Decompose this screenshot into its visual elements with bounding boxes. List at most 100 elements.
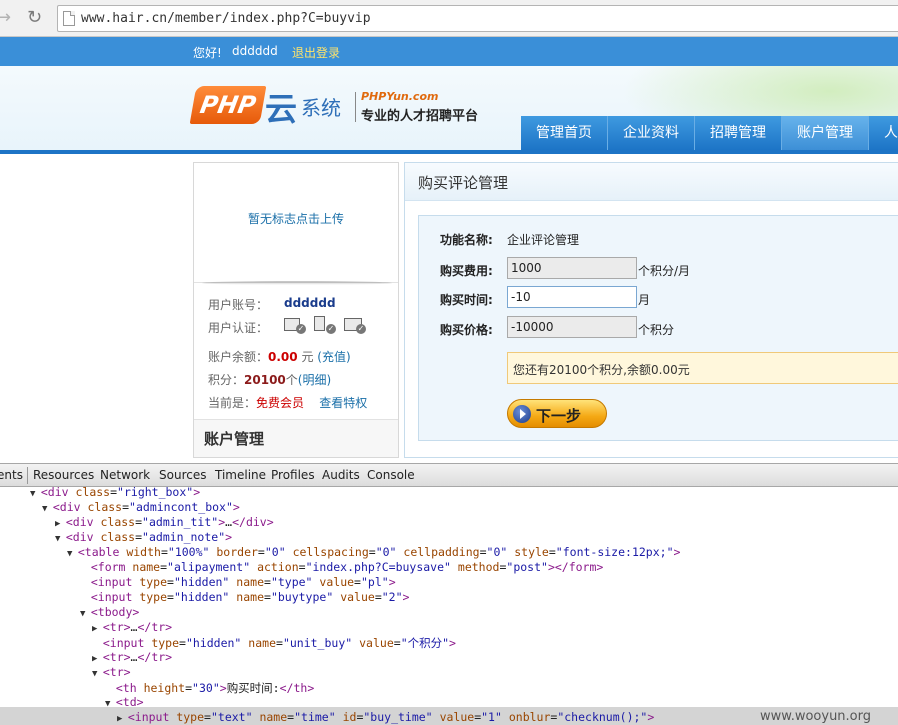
collapse-triangle-icon xyxy=(105,685,116,695)
devtools-tab-elements[interactable]: ents xyxy=(0,468,23,482)
balance-label: 账户余额： xyxy=(208,350,269,364)
account-section-header[interactable]: 账户管理 xyxy=(194,419,398,457)
devtools-tab-timeline[interactable]: Timeline xyxy=(215,468,266,482)
logo-yun-char: 云 xyxy=(265,90,298,128)
points-detail-link[interactable]: (明细) xyxy=(298,373,331,387)
price-input xyxy=(507,316,637,338)
watermark-text: www.wooyun.org xyxy=(760,709,872,724)
url-text[interactable]: www.hair.cn/member/index.php?C=buyvip xyxy=(81,11,371,26)
nav-tab-recruit-manage[interactable]: 招聘管理 xyxy=(695,116,782,150)
dom-node-markup: <th height="30">购买时间:</th> xyxy=(115,681,315,695)
next-step-button[interactable]: 下一步 xyxy=(507,399,607,428)
recharge-link[interactable]: (充值) xyxy=(317,350,350,364)
nav-tab-company-profile[interactable]: 企业资料 xyxy=(608,116,695,150)
member-sidebar: 暂无标志点击上传 用户账号： dddddd 用户认证： ✓ ✓ ✓ 账户余额：0… xyxy=(193,162,399,458)
dom-node-line[interactable]: ▼ <div class="admin_note"> xyxy=(55,530,232,544)
dom-node-line[interactable]: ▼ <div class="right_box"> xyxy=(30,487,200,499)
dom-node-line[interactable]: <input type="hidden" name="type" value="… xyxy=(80,575,396,589)
balance-row: 账户余额：0.00 元 (充值) xyxy=(208,348,351,365)
dom-node-line[interactable]: <input type="hidden" name="unit_buy" val… xyxy=(92,635,456,651)
play-arrow-icon xyxy=(513,405,531,423)
dom-node-line[interactable]: <input type="hidden" name="buytype" valu… xyxy=(80,590,410,604)
dom-node-markup: <div class="admin_note"> xyxy=(65,530,233,544)
dom-node-line[interactable]: <th height="30">购买时间:</th> xyxy=(105,680,314,696)
dom-node-markup: <tbody> xyxy=(90,605,140,619)
dom-node-line[interactable]: ▼ <div class="admincont_box"> xyxy=(42,500,240,514)
dom-node-markup: <input type="hidden" name="type" value="… xyxy=(90,575,396,589)
collapse-triangle-icon[interactable]: ▼ xyxy=(55,534,66,544)
collapse-triangle-icon[interactable]: ▼ xyxy=(80,609,91,619)
back-arrow-icon[interactable]: → xyxy=(0,9,11,27)
logo-xitong-text: 系统 xyxy=(301,96,341,120)
devtools-tab-sources[interactable]: Sources xyxy=(159,468,206,482)
email-cert-icon[interactable]: ✓ xyxy=(284,316,306,334)
dom-node-markup: <tr> xyxy=(102,665,131,679)
dom-node-markup: <div class="admincont_box"> xyxy=(52,500,240,514)
dom-node-line[interactable]: <form name="alipayment" action="index.ph… xyxy=(80,560,603,574)
devtools-tab-network[interactable]: Network xyxy=(100,468,150,482)
main-nav: 管理首页 企业资料 招聘管理 账户管理 人 xyxy=(521,116,898,150)
time-unit: 月 xyxy=(638,293,651,307)
logo-php-mark: PHP xyxy=(189,86,267,124)
cert-icons: ✓ ✓ ✓ xyxy=(284,316,366,334)
dom-node-markup: <input type="text" name="time" id="buy_t… xyxy=(127,710,655,724)
nav-tab-account-manage[interactable]: 账户管理 xyxy=(782,116,869,150)
dom-node-line[interactable]: ▶ <tr>…</tr> xyxy=(92,620,172,634)
dom-node-line[interactable]: ▶ <tr>…</tr> xyxy=(92,650,172,664)
phone-cert-icon[interactable]: ✓ xyxy=(314,316,336,334)
company-logo-box[interactable]: 暂无标志点击上传 xyxy=(194,163,398,283)
upload-logo-link[interactable]: 暂无标志点击上传 xyxy=(194,210,398,227)
devtools-tab-profiles[interactable]: Profiles xyxy=(271,468,315,482)
devtools-tabbar: ents Resources Network Sources Timeline … xyxy=(0,463,898,487)
account-label: 用户账号： xyxy=(208,298,269,312)
dom-node-line[interactable]: ▼ <td> xyxy=(105,695,144,709)
header-divider xyxy=(0,150,898,154)
logout-link[interactable]: 退出登录 xyxy=(292,44,340,61)
expand-triangle-icon[interactable]: ▶ xyxy=(55,519,66,529)
collapse-triangle-icon xyxy=(80,564,91,574)
dom-node-line[interactable]: ▶ <input type="text" name="time" id="buy… xyxy=(117,710,654,724)
nav-tab-home[interactable]: 管理首页 xyxy=(521,116,608,150)
dom-node-line[interactable]: ▼ <tbody> xyxy=(80,605,139,619)
collapse-triangle-icon[interactable]: ▼ xyxy=(42,504,53,514)
account-section-title: 账户管理 xyxy=(204,430,265,448)
points-unit: 个 xyxy=(285,373,298,387)
balance-notice: 您还有20100个积分,余额0.00元 xyxy=(507,352,898,384)
devtools-tab-console[interactable]: Console xyxy=(367,468,415,482)
collapse-triangle-icon[interactable]: ▼ xyxy=(92,669,103,679)
dom-node-line[interactable]: ▼ <table width="100%" border="0" cellspa… xyxy=(67,545,680,559)
balance-notice-text: 您还有20100个积分,余额0.00元 xyxy=(513,363,690,377)
logo-slogan: 专业的人才招聘平台 xyxy=(361,109,479,124)
points-value: 20100 xyxy=(244,373,286,387)
nav-tab-more[interactable]: 人 xyxy=(869,116,898,150)
site-header: PHP 云 系统 PHPYun.com 专业的人才招聘平台 管理首页 企业资料 … xyxy=(0,66,898,150)
next-step-label: 下一步 xyxy=(536,407,582,425)
collapse-triangle-icon[interactable]: ▼ xyxy=(30,489,41,499)
license-cert-icon[interactable]: ✓ xyxy=(344,316,366,334)
expand-triangle-icon[interactable]: ▶ xyxy=(92,624,103,634)
logo-box-shadow xyxy=(202,281,392,285)
fee-unit: 个积分/月 xyxy=(638,264,691,278)
dom-node-line[interactable]: ▼ <tr> xyxy=(92,665,131,679)
expand-triangle-icon[interactable]: ▶ xyxy=(117,714,128,724)
buy-time-input[interactable] xyxy=(507,286,637,308)
topbar-username[interactable]: dddddd xyxy=(232,44,278,58)
devtools-tab-separator xyxy=(27,467,28,484)
balance-unit: 元 xyxy=(301,350,314,364)
feature-name-label: 功能名称: xyxy=(440,233,493,247)
address-bar[interactable]: www.hair.cn/member/index.php?C=buyvip xyxy=(57,5,898,32)
reload-icon[interactable]: ↻ xyxy=(27,9,42,27)
expand-triangle-icon[interactable]: ▶ xyxy=(92,654,103,664)
collapse-triangle-icon[interactable]: ▼ xyxy=(105,699,116,709)
devtools-tab-resources[interactable]: Resources xyxy=(33,468,94,482)
purchase-form: 功能名称: 企业评论管理 购买费用: 个积分/月 购买时间: 月 购买价格: 个… xyxy=(418,215,898,441)
collapse-triangle-icon[interactable]: ▼ xyxy=(67,549,78,559)
dom-node-markup: <input type="hidden" name="unit_buy" val… xyxy=(102,636,456,650)
screen: → ↻ www.hair.cn/member/index.php?C=buyvi… xyxy=(0,0,898,725)
dom-node-line[interactable]: ▶ <div class="admin_tit">…</div> xyxy=(55,515,274,529)
view-privilege-link[interactable]: 查看特权 xyxy=(319,396,367,410)
dom-node-markup: <input type="hidden" name="buytype" valu… xyxy=(90,590,410,604)
dom-node-markup: <div class="admin_tit">…</div> xyxy=(65,515,274,529)
dom-tree[interactable]: ▼ <div class="right_box"> ▼ <div class="a… xyxy=(0,487,898,725)
devtools-tab-audits[interactable]: Audits xyxy=(322,468,360,482)
